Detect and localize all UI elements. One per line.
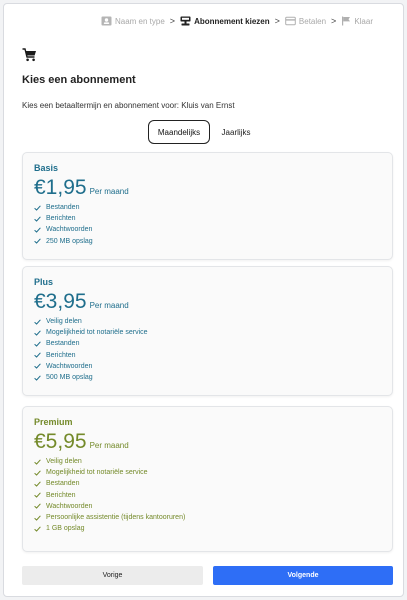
price-row: €1,95 Per maand bbox=[34, 176, 381, 200]
next-button[interactable]: Volgende bbox=[213, 566, 393, 585]
billing-period-toggle: Maandelijks Jaarlijks bbox=[148, 120, 262, 144]
check-icon bbox=[34, 319, 41, 325]
feature-label: Mogelijkheid tot notariële service bbox=[46, 329, 148, 337]
step-label: Abonnement kiezen bbox=[194, 16, 270, 26]
feature-item: 1 GB opslag bbox=[34, 523, 381, 534]
feature-label: Persoonlijke assistentie (tijdens kantoo… bbox=[46, 514, 186, 522]
step-separator: > bbox=[274, 16, 280, 26]
check-icon bbox=[34, 363, 41, 370]
check-icon bbox=[34, 205, 41, 211]
check-icon bbox=[34, 503, 41, 510]
plan-period: Per maand bbox=[89, 187, 129, 196]
feature-label: Berichten bbox=[46, 351, 76, 359]
feature-item: Veilig delen bbox=[34, 456, 381, 467]
feature-item: Wachtwoorden bbox=[34, 224, 381, 235]
wizard-panel: Naam en type > Abonnement kiezen > Betal… bbox=[3, 3, 404, 597]
feature-label: Mogelijkheid tot notariële service bbox=[46, 469, 148, 477]
feature-item: Bestanden bbox=[34, 338, 381, 349]
feature-label: Veilig delen bbox=[46, 458, 82, 466]
page-subtitle: Kies een betaaltermijn en abonnement voo… bbox=[22, 101, 235, 110]
feature-item: 500 MB opslag bbox=[34, 372, 381, 383]
feature-label: 250 MB opslag bbox=[46, 237, 93, 245]
step-betalen: Betalen bbox=[285, 16, 326, 26]
feature-label: Bestanden bbox=[46, 204, 80, 212]
check-icon bbox=[34, 526, 41, 532]
feature-label: Wachtwoorden bbox=[46, 226, 93, 234]
step-separator: > bbox=[169, 16, 176, 26]
feature-item: Mogelijkheid tot notariële service bbox=[34, 467, 381, 478]
feature-item: Mogelijkheid tot notariële service bbox=[34, 327, 381, 338]
feature-label: Veilig delen bbox=[46, 318, 82, 326]
step-klaar: Klaar bbox=[341, 16, 373, 26]
feature-label: Berichten bbox=[46, 491, 76, 499]
toggle-maandelijks[interactable]: Maandelijks bbox=[148, 120, 210, 144]
price-row: €3,95 Per maand bbox=[34, 290, 381, 314]
feature-item: Wachtwoorden bbox=[34, 501, 381, 512]
feature-list: Veilig delen Mogelijkheid tot notariële s… bbox=[34, 316, 381, 383]
plan-card-premium[interactable]: Premium €5,95 Per maand Veilig delen Mogelij… bbox=[22, 406, 393, 552]
feature-item: Persoonlijke assistentie (tijdens kantoo… bbox=[34, 512, 381, 523]
plan-period: Per maand bbox=[89, 441, 129, 450]
step-abonnement-kiezen: Abonnement kiezen bbox=[180, 16, 270, 26]
id-card-icon bbox=[101, 16, 112, 26]
feature-label: Wachtwoorden bbox=[46, 362, 93, 370]
cart-icon bbox=[22, 48, 36, 62]
step-label: Naam en type bbox=[114, 16, 165, 26]
credit-card-icon bbox=[285, 16, 296, 26]
feature-label: Bestanden bbox=[46, 480, 80, 488]
feature-item: Bestanden bbox=[34, 478, 381, 489]
check-icon bbox=[34, 330, 41, 336]
check-icon bbox=[34, 216, 41, 222]
price-row: €5,95 Per maand bbox=[34, 430, 381, 454]
plan-name: Basis bbox=[34, 163, 59, 173]
step-label: Betalen bbox=[298, 16, 327, 26]
wizard-stepper: Naam en type > Abonnement kiezen > Betal… bbox=[4, 13, 403, 29]
previous-button[interactable]: Vorige bbox=[22, 566, 203, 585]
feature-list: Veilig delen Mogelijkheid tot notariële s… bbox=[34, 456, 381, 534]
plan-card-plus[interactable]: Plus €3,95 Per maand Veilig delen Mogelijkhe… bbox=[22, 266, 393, 396]
plan-name: Plus bbox=[34, 277, 54, 287]
check-icon bbox=[34, 227, 41, 233]
feature-label: Berichten bbox=[46, 215, 76, 223]
page-title: Kies een abonnement bbox=[22, 74, 136, 86]
check-icon bbox=[34, 374, 41, 381]
step-naam-en-type: Naam en type bbox=[101, 16, 165, 26]
check-icon bbox=[34, 470, 41, 476]
feature-item: Veilig delen bbox=[34, 316, 381, 327]
feature-item: Berichten bbox=[34, 213, 381, 224]
feature-label: Bestanden bbox=[46, 340, 80, 348]
feature-item: Berichten bbox=[34, 490, 381, 501]
plan-price: €3,95 bbox=[34, 290, 87, 313]
plan-card-basis[interactable]: Basis €1,95 Per maand Bestanden Berichten Wac… bbox=[22, 152, 393, 260]
check-icon bbox=[34, 514, 41, 521]
feature-item: Berichten bbox=[34, 350, 381, 361]
feature-item: 250 MB opslag bbox=[34, 236, 381, 247]
feature-label: 500 MB opslag bbox=[46, 374, 93, 382]
plan-period: Per maand bbox=[89, 301, 129, 310]
feature-item: Wachtwoorden bbox=[34, 361, 381, 372]
plan-price: €5,95 bbox=[34, 430, 87, 453]
check-icon bbox=[34, 341, 41, 347]
feature-item: Bestanden bbox=[34, 202, 381, 213]
check-icon bbox=[34, 459, 41, 465]
plan-price: €1,95 bbox=[34, 176, 87, 199]
feature-label: 1 GB opslag bbox=[46, 525, 85, 533]
plan-name: Premium bbox=[34, 417, 73, 427]
feature-list: Bestanden Berichten Wachtwoorden 250 MB ops… bbox=[34, 202, 381, 247]
check-icon bbox=[34, 481, 41, 487]
check-icon bbox=[34, 492, 41, 498]
check-icon bbox=[34, 238, 41, 244]
register-icon bbox=[180, 16, 191, 26]
step-label: Klaar bbox=[354, 16, 373, 26]
flag-icon bbox=[342, 16, 351, 26]
check-icon bbox=[34, 352, 41, 358]
feature-label: Wachtwoorden bbox=[46, 502, 93, 510]
toggle-jaarlijks[interactable]: Jaarlijks bbox=[210, 120, 262, 144]
step-separator: > bbox=[331, 16, 337, 26]
